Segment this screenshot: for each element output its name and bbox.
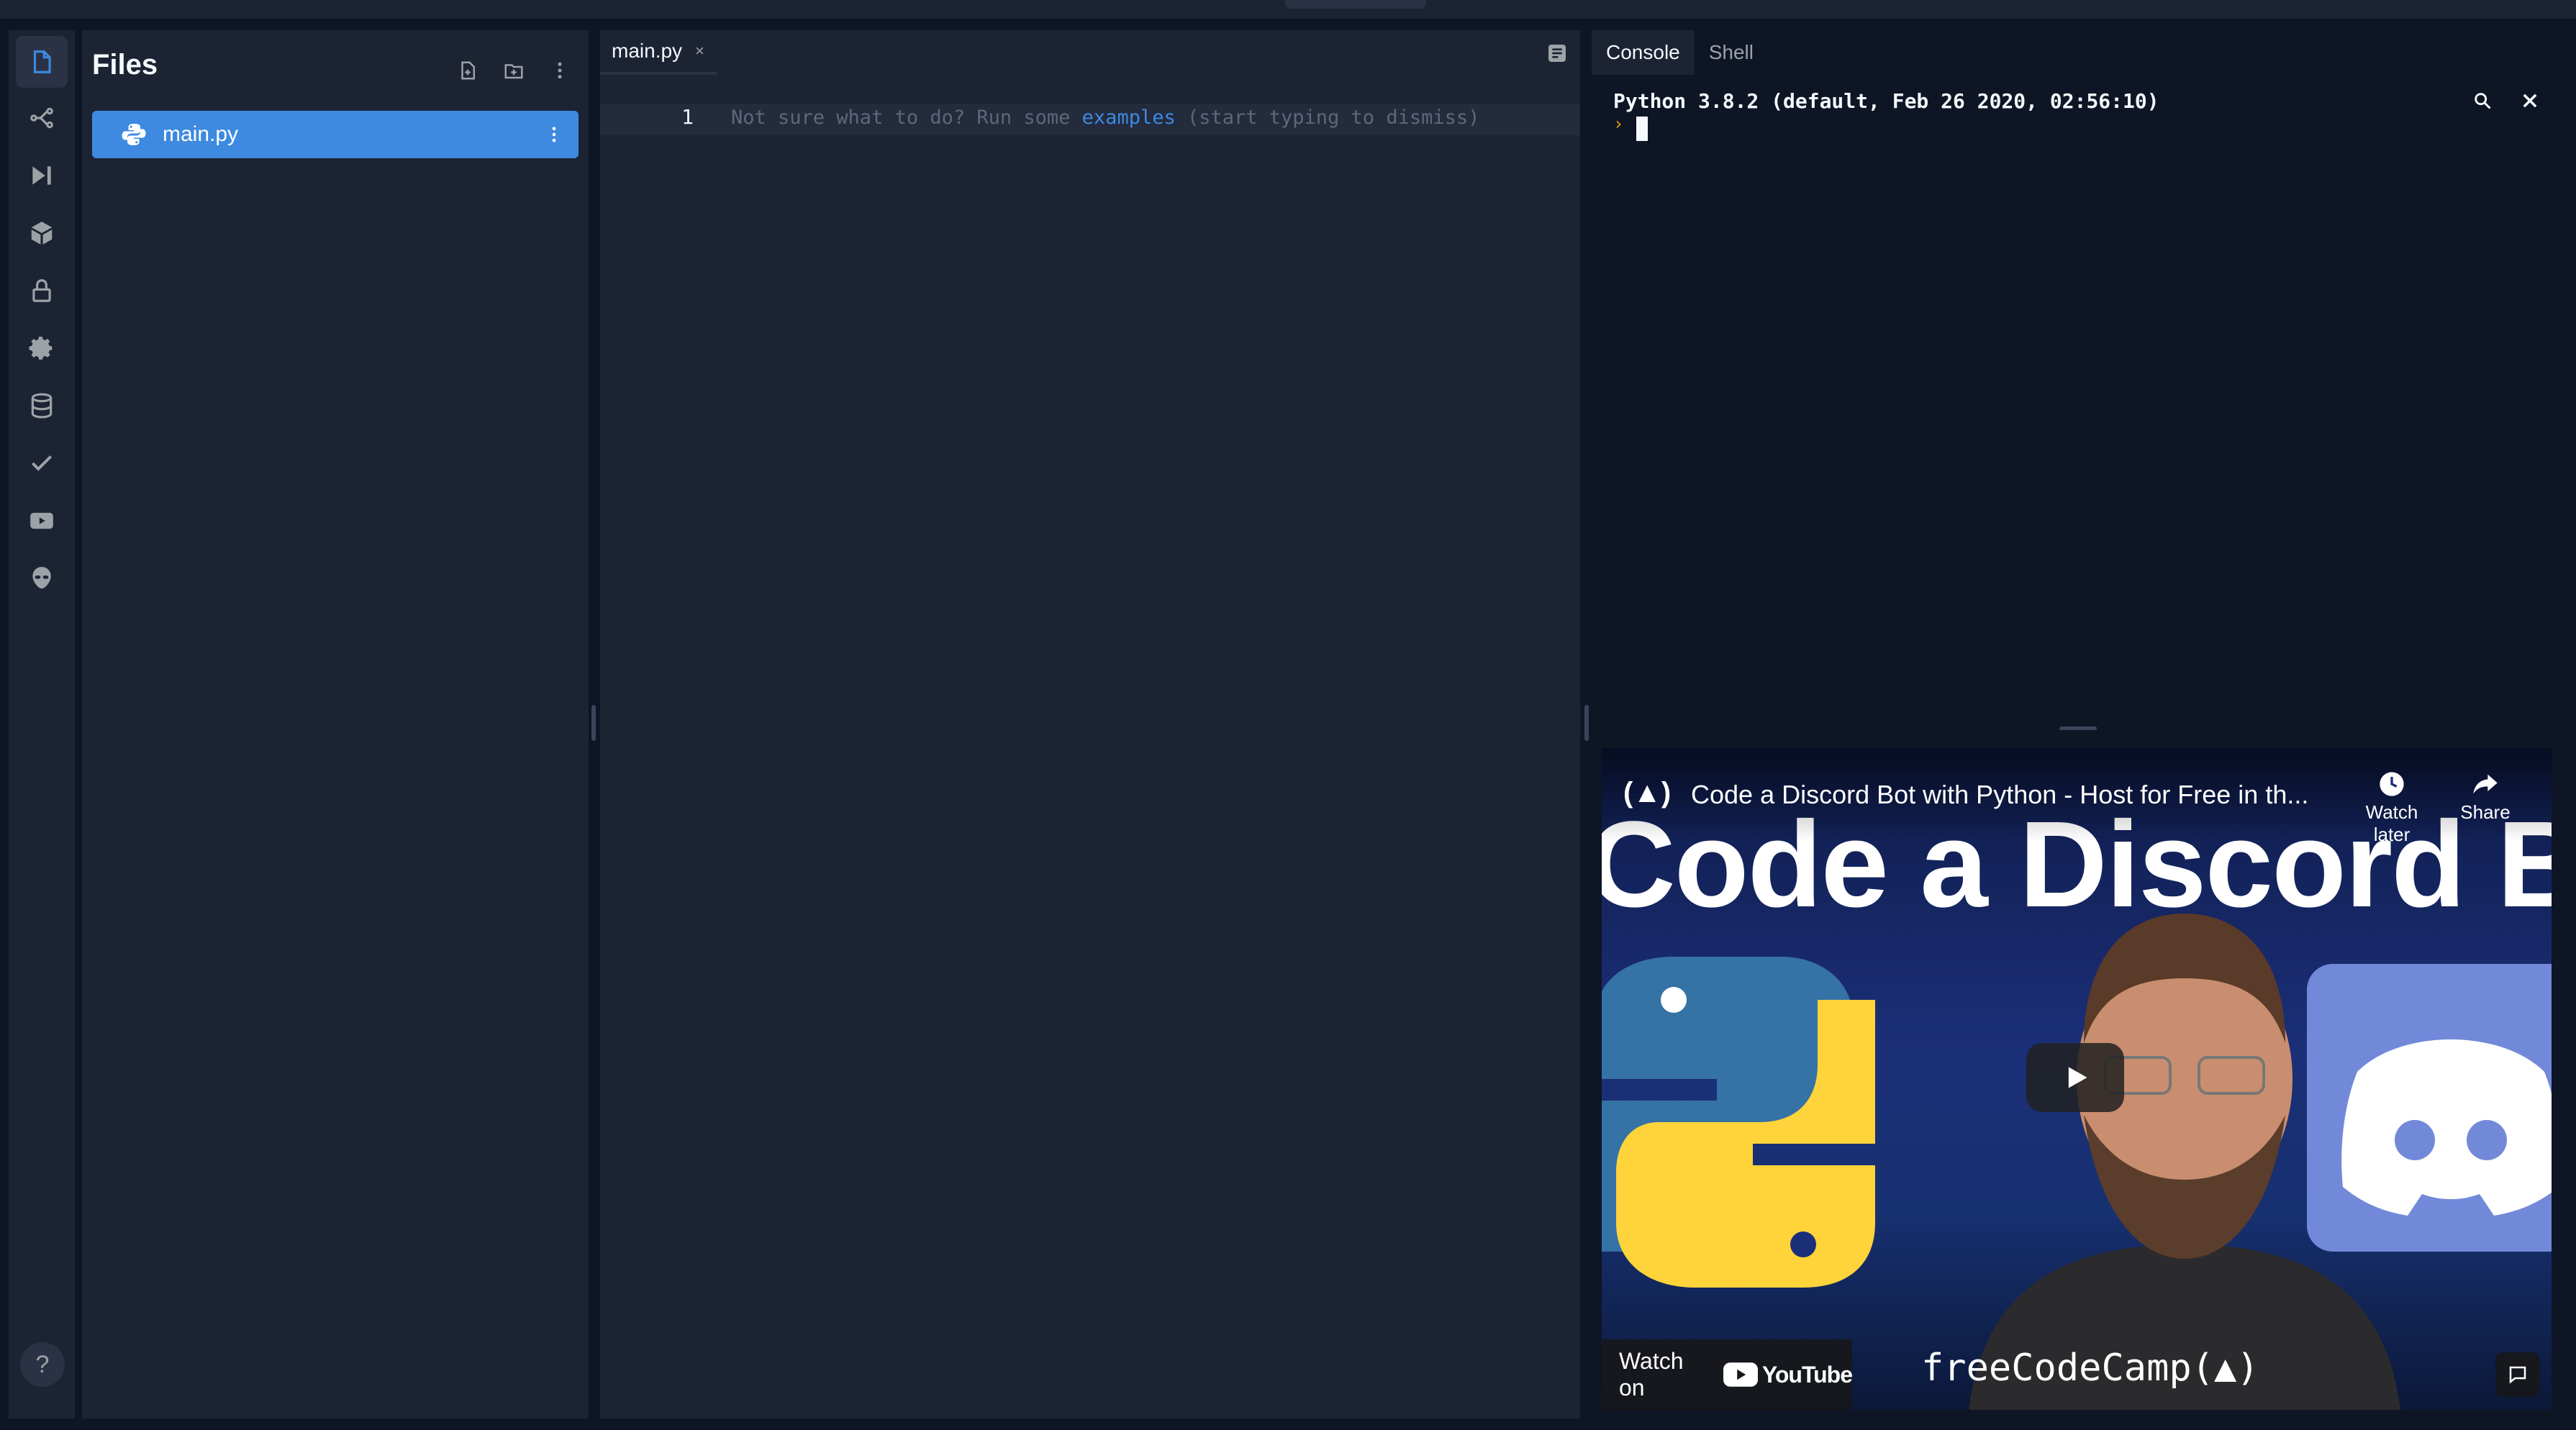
placeholder-text-before: Not sure what to do? Run some (731, 106, 1082, 129)
minimap-toggle-icon[interactable] (1541, 37, 1573, 69)
top-notch (1285, 0, 1426, 9)
share-label: Share (2460, 801, 2511, 823)
watch-on-label: Watch on (1619, 1348, 1684, 1401)
database-icon[interactable] (16, 380, 68, 432)
secrets-lock-icon[interactable] (16, 265, 68, 316)
share-arrow-icon (2457, 770, 2514, 801)
placeholder-text-after: (start typing to dismiss) (1175, 106, 1480, 129)
play-button[interactable] (2026, 1043, 2124, 1112)
more-vertical-icon[interactable] (541, 52, 579, 89)
tab-shell[interactable]: Shell (1695, 30, 1768, 75)
python-icon (122, 124, 146, 145)
python-logo-image (1602, 957, 1875, 1288)
files-actions (449, 52, 579, 89)
alien-icon[interactable] (16, 552, 68, 604)
files-panel: Files main.py (82, 30, 589, 1418)
video-panel: Code a Discord Bo (▲) Code a Discord Bot… (1592, 738, 2567, 1418)
youtube-wordmark: YouTube (1761, 1361, 1853, 1388)
play-icon (2068, 1067, 2087, 1088)
console-panel: Console Shell Python 3.8.2 (default, Feb… (1592, 30, 2567, 728)
tab-main-py[interactable]: main.py × (600, 30, 717, 75)
console-prompt: › (1613, 114, 1624, 134)
version-control-icon[interactable] (16, 92, 68, 144)
editor-panel: main.py × 1 Not sure what to do? Run som… (600, 30, 1580, 1418)
share-button[interactable]: Share (2457, 770, 2514, 824)
console-tab-bar: Console Shell (1592, 30, 2567, 75)
presenter-image (1969, 914, 2400, 1410)
unit-tests-check-icon[interactable] (16, 437, 68, 489)
console-actions (2470, 88, 2543, 114)
watch-later-label: Watch later (2365, 801, 2418, 845)
files-icon[interactable] (16, 36, 68, 88)
close-tab-icon[interactable]: × (695, 42, 704, 60)
help-button[interactable]: ? (20, 1342, 65, 1387)
packages-icon[interactable] (16, 207, 68, 259)
python-version-text: Python 3.8.2 (default, Feb 26 2020, 02:5… (1613, 89, 2159, 113)
files-title: Files (92, 49, 158, 81)
resize-handle-files[interactable] (591, 705, 596, 741)
editor-tab-bar: main.py × (600, 30, 1580, 75)
clear-console-close-icon[interactable] (2517, 88, 2543, 114)
watch-on-youtube-button[interactable]: Watch on YouTube (1602, 1339, 1853, 1410)
new-file-icon[interactable] (449, 52, 486, 89)
clock-icon (2349, 770, 2435, 801)
debugger-icon[interactable] (16, 150, 68, 201)
new-folder-icon[interactable] (495, 52, 532, 89)
watch-later-button[interactable]: Watch later (2349, 770, 2435, 846)
code-editor[interactable]: 1 Not sure what to do? Run some examples… (600, 75, 1580, 1418)
settings-gear-icon[interactable] (16, 322, 68, 374)
youtube-embed[interactable]: Code a Discord Bo (▲) Code a Discord Bot… (1602, 748, 2552, 1410)
console-cursor[interactable] (1636, 117, 1648, 141)
editor-placeholder: Not sure what to do? Run some examples (… (731, 106, 1479, 129)
file-item-main-py[interactable]: main.py (92, 111, 579, 158)
line-number: 1 (681, 105, 694, 129)
youtube-logo: YouTube (1723, 1361, 1853, 1388)
search-icon[interactable] (2470, 88, 2495, 114)
freecodecamp-logo: freeCodeCamp(▲) (1921, 1347, 2259, 1390)
icon-rail: ? (9, 30, 75, 1418)
tab-label: main.py (612, 40, 683, 62)
top-bar (0, 0, 2576, 19)
file-item-menu-icon[interactable] (537, 117, 571, 152)
chat-icon[interactable] (2495, 1352, 2540, 1397)
examples-link[interactable]: examples (1082, 106, 1176, 129)
channel-logo[interactable]: (▲) (1623, 777, 1671, 809)
file-item-label: main.py (163, 122, 239, 146)
resize-handle-console[interactable] (2059, 727, 2097, 730)
tab-console[interactable]: Console (1592, 30, 1695, 75)
resize-handle-editor[interactable] (1584, 705, 1589, 741)
video-icon[interactable] (16, 495, 68, 547)
youtube-play-icon (1723, 1362, 1758, 1387)
video-title[interactable]: Code a Discord Bot with Python - Host fo… (1691, 780, 2308, 810)
